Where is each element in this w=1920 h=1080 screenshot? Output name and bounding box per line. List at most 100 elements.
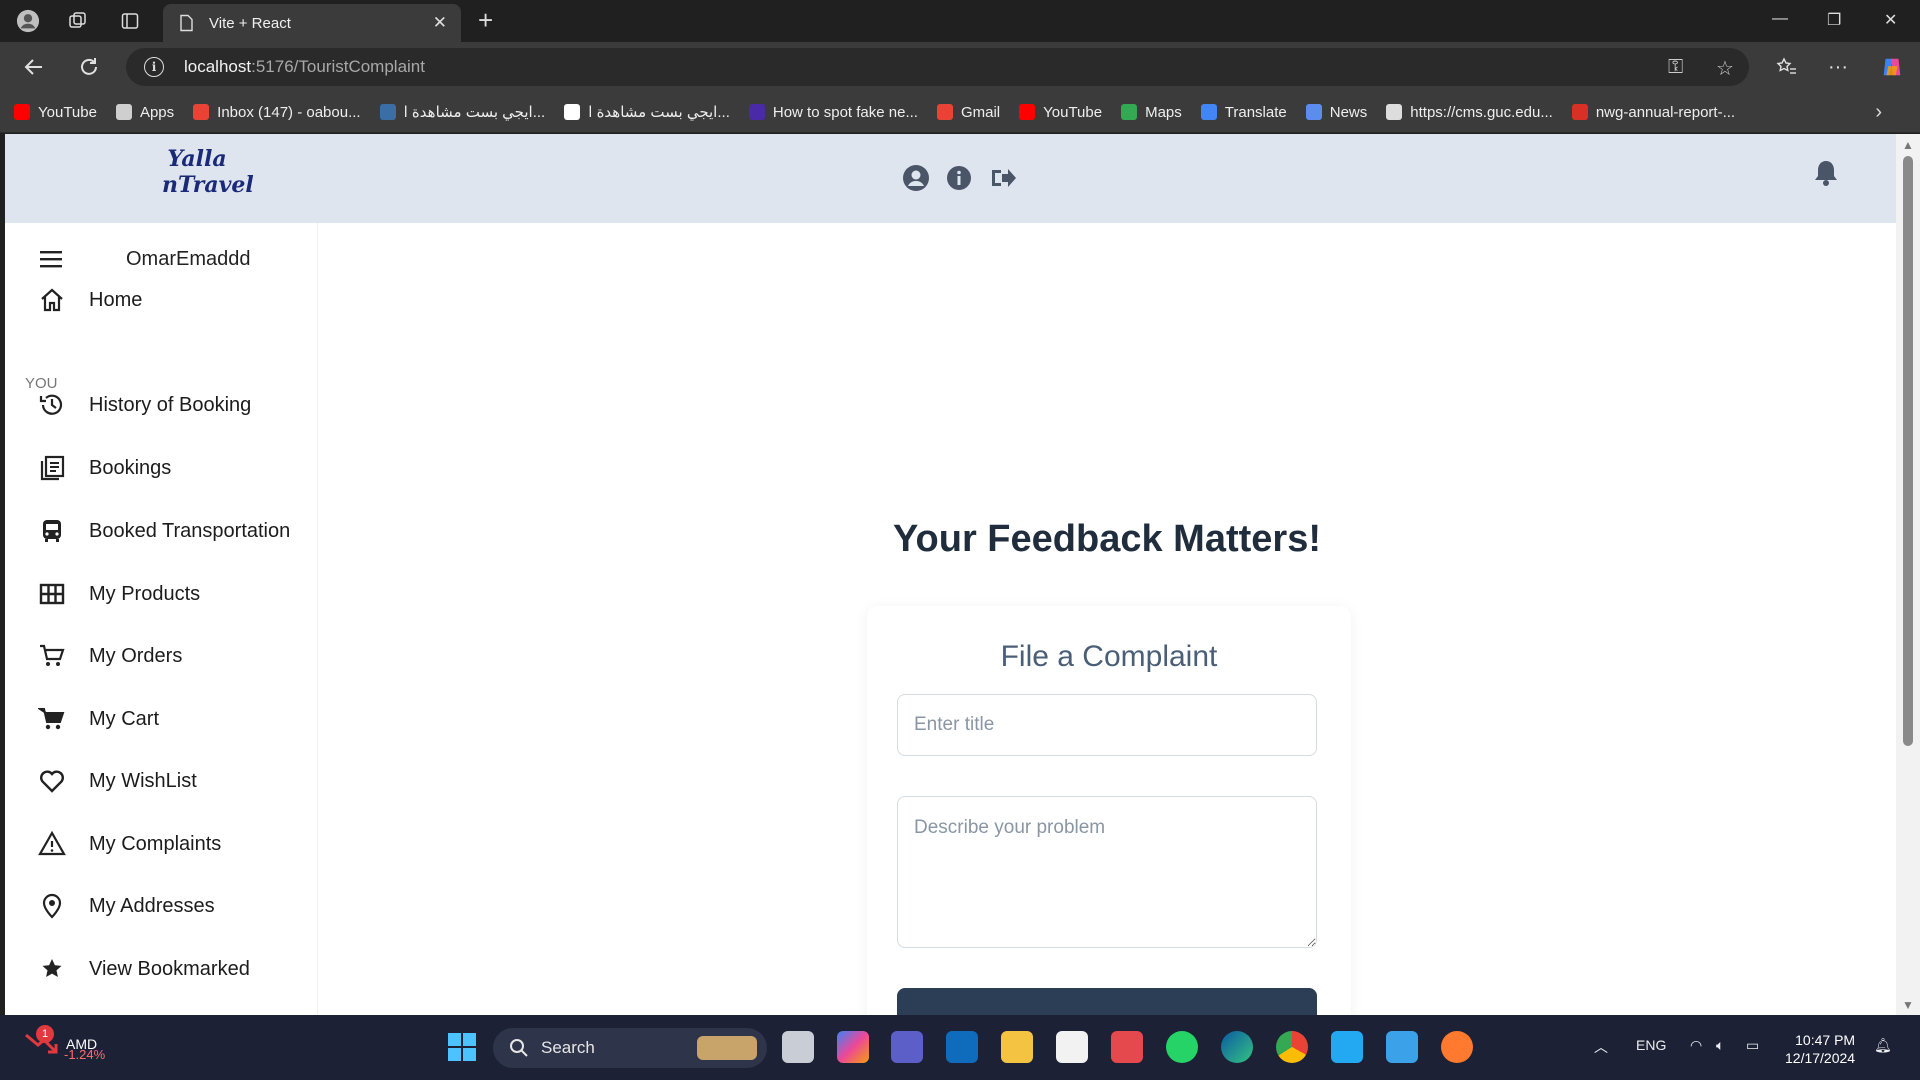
sidebar-item-label: Home (89, 288, 143, 311)
bookmark-item[interactable]: ايجي بست مشاهدة ا... (379, 103, 546, 121)
back-icon[interactable] (22, 55, 46, 79)
sidebar-item-bookings[interactable]: Bookings (38, 448, 171, 488)
sidebar-item-wishlist[interactable]: My WishList (38, 761, 197, 801)
home-icon (41, 288, 63, 312)
anydesk-icon[interactable] (1111, 1031, 1143, 1063)
bookmark-label: Translate (1224, 103, 1287, 121)
bookmark-favicon-icon (1571, 104, 1588, 120)
bookmark-favicon-icon (1121, 104, 1138, 120)
bookmarks-overflow-icon[interactable]: › (1875, 101, 1882, 124)
bookmark-label: ايجي بست مشاهدة ا... (403, 104, 546, 121)
windows-start-icon[interactable] (446, 1031, 478, 1063)
bookmark-item[interactable]: News (1305, 104, 1367, 121)
profile-icon[interactable] (16, 9, 40, 33)
file-explorer-icon[interactable] (1001, 1031, 1033, 1063)
sidebar-item-transportation[interactable]: Booked Transportation (38, 511, 290, 551)
window-close-icon[interactable]: ✕ (1884, 10, 1897, 30)
app-header: Yalla nTravel (5, 134, 1896, 223)
logout-icon[interactable] (989, 164, 1017, 192)
page-icon (180, 14, 193, 32)
postman-icon[interactable] (1441, 1031, 1473, 1063)
bookmark-favicon-icon (1200, 104, 1217, 120)
teams-icon[interactable] (891, 1031, 923, 1063)
vertical-tabs-icon[interactable] (118, 9, 142, 33)
restore-icon[interactable]: ❐ (1827, 10, 1841, 30)
close-tab-icon[interactable]: ✕ (433, 13, 447, 33)
profile-icon[interactable] (902, 164, 930, 192)
language-indicator[interactable]: ENG (1636, 1037, 1666, 1053)
sidebar-item-complaints[interactable]: My Complaints (38, 824, 221, 864)
vscode-icon[interactable] (1331, 1031, 1363, 1063)
tray-chevron-icon[interactable]: ︿ (1594, 1037, 1608, 1057)
info-icon[interactable] (945, 164, 973, 192)
bookmark-favicon-icon (748, 104, 765, 120)
sidebar-item-home[interactable]: Home (38, 280, 142, 320)
bookmark-item[interactable]: YouTube (14, 104, 97, 121)
refresh-icon[interactable] (77, 55, 101, 79)
sidebar-item-addresses[interactable]: My Addresses (38, 886, 215, 926)
bookmark-item[interactable]: Inbox (147) - oabou... (193, 103, 361, 121)
warning-icon (38, 830, 66, 856)
bookmark-item[interactable]: How to spot fake ne... (748, 103, 918, 121)
outlook-icon[interactable] (946, 1031, 978, 1063)
task-view-icon[interactable] (782, 1031, 814, 1063)
scrollbar-thumb[interactable] (1903, 156, 1913, 746)
stock-widget[interactable]: 1 AMD -1.24% (24, 1025, 105, 1062)
browser-toolbar: i localhost:5176/TouristComplaint ⚿ ☆ ··… (0, 42, 1920, 92)
copilot-icon[interactable] (1880, 55, 1904, 79)
chrome-icon[interactable] (1276, 1031, 1308, 1063)
volume-icon[interactable]: 🔈︎ (1716, 1037, 1724, 1054)
bookings-icon (40, 455, 65, 481)
page-scrollbar[interactable]: ▲ ▼ (1896, 134, 1920, 1015)
sidebar-item-orders[interactable]: My Orders (38, 636, 182, 676)
bookmark-item[interactable]: Translate (1200, 103, 1287, 121)
edge-icon[interactable] (1221, 1031, 1253, 1063)
minimize-icon[interactable]: ― (1772, 10, 1788, 28)
bookmark-item[interactable]: YouTube (1019, 104, 1102, 121)
browser-tab[interactable]: Vite + React ✕ (163, 4, 461, 42)
notification-bell-icon[interactable] (1813, 159, 1839, 187)
complaint-description-textarea[interactable] (897, 796, 1317, 948)
sidebar-item-products[interactable]: My Products (38, 574, 200, 614)
favorites-icon[interactable] (1774, 55, 1798, 79)
sidebar-item-cart[interactable]: My Cart (38, 699, 159, 739)
scroll-up-icon[interactable]: ▲ (1902, 138, 1914, 152)
bookmark-item[interactable]: Apps (115, 104, 174, 121)
favorite-star-icon[interactable]: ☆ (1716, 56, 1734, 81)
scroll-down-icon[interactable]: ▼ (1902, 998, 1914, 1012)
bookmark-item[interactable]: Maps (1121, 104, 1182, 121)
sidebar-item-label: My Cart (89, 707, 159, 730)
more-menu-icon[interactable]: ··· (1826, 55, 1850, 79)
sidebar-item-history[interactable]: History of Booking (38, 385, 251, 425)
bookmark-item[interactable]: https://cms.guc.edu... (1386, 104, 1553, 121)
whatsapp-icon[interactable] (1166, 1031, 1198, 1063)
bookmark-label: Maps (1145, 103, 1182, 121)
workspaces-icon[interactable] (66, 9, 90, 33)
bookmark-item[interactable]: ايجي بست مشاهدة ا... (564, 103, 730, 121)
username: OmarEmaddd (126, 247, 251, 270)
new-tab-icon[interactable]: + (478, 7, 493, 33)
wifi-icon[interactable]: ◠ (1690, 1037, 1702, 1054)
complaint-title-input[interactable] (897, 694, 1317, 756)
hamburger-menu-icon[interactable] (38, 246, 64, 272)
password-key-icon[interactable]: ⚿ (1668, 56, 1683, 79)
taskbar-search[interactable]: Search (493, 1028, 767, 1068)
site-info-icon[interactable]: i (144, 57, 164, 77)
notifications-icon[interactable]: 🔔︎ (1874, 1037, 1892, 1054)
app-logo[interactable]: Yalla nTravel (162, 146, 254, 206)
paint-icon[interactable] (1386, 1031, 1418, 1063)
bookmark-favicon-icon (564, 104, 581, 120)
copilot-app-icon[interactable] (837, 1031, 869, 1063)
bookmark-item[interactable]: Gmail (936, 104, 1000, 121)
microsoft-store-icon[interactable] (1056, 1031, 1088, 1063)
battery-icon[interactable]: ▭ (1746, 1037, 1759, 1054)
system-clock[interactable]: 10:47 PM 12/17/2024 (1785, 1031, 1855, 1067)
browser-titlebar: Vite + React ✕ + ― ❐ ✕ (0, 0, 1920, 42)
bookmark-item[interactable]: nwg-annual-report-... (1571, 104, 1735, 121)
address-bar[interactable]: i localhost:5176/TouristComplaint ⚿ ☆ (126, 48, 1749, 86)
submit-complaint-button[interactable] (897, 988, 1317, 1015)
bookmark-favicon-icon (115, 104, 132, 120)
sidebar-item-bookmarked[interactable]: View Bookmarked (38, 949, 250, 989)
bookmark-label: How to spot fake ne... (772, 103, 918, 121)
bookmark-label: Inbox (147) - oabou... (217, 103, 361, 121)
